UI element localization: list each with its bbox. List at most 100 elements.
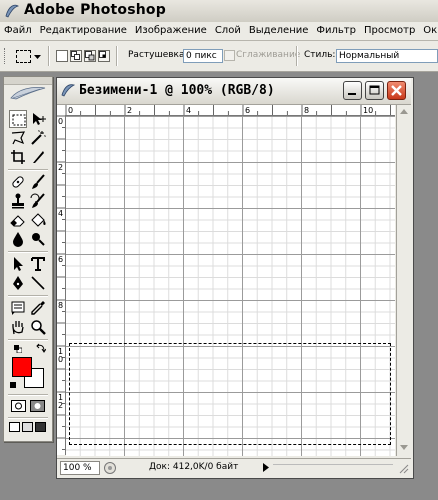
- foreground-color-swatch[interactable]: [12, 357, 32, 377]
- default-colors-icon[interactable]: [14, 345, 23, 354]
- blur-icon: [13, 232, 23, 247]
- path-selection-icon: [14, 257, 23, 271]
- svg-text:6: 6: [58, 255, 63, 264]
- intersect-selection-mode-button[interactable]: [98, 50, 110, 62]
- clone-stamp-icon: [12, 193, 24, 209]
- path-selection-tool[interactable]: [9, 255, 27, 273]
- line-tool[interactable]: [29, 274, 47, 292]
- vertical-scrollbar[interactable]: [396, 105, 412, 456]
- feather-input[interactable]: 0 пикс: [183, 49, 223, 63]
- resize-grip-icon[interactable]: [397, 462, 409, 477]
- dodge-tool[interactable]: [29, 230, 47, 248]
- quick-mask-mode-button[interactable]: [30, 400, 45, 412]
- antialias-checkbox[interactable]: [224, 50, 235, 61]
- tools-separator: [8, 169, 48, 171]
- menu-window[interactable]: Окне: [419, 22, 438, 40]
- ruler-top-label: 0: [68, 106, 73, 115]
- ruler-vertical: 0 2 4 6 8 10 12: [57, 115, 66, 455]
- healing-brush-icon: [12, 176, 24, 188]
- blur-tool[interactable]: [9, 230, 27, 248]
- ruler-top-label: 2: [127, 106, 132, 115]
- zoom-level-field[interactable]: 100 %: [60, 461, 100, 475]
- slice-tool[interactable]: [29, 148, 47, 166]
- ruler-left-label: 0: [58, 117, 63, 126]
- pen-tool[interactable]: [9, 274, 27, 292]
- tiny-default-colors-icon: [10, 380, 16, 391]
- style-label: Стиль:: [304, 50, 336, 60]
- add-selection-mode-button[interactable]: [70, 50, 82, 62]
- ruler-top-label: 6: [245, 106, 250, 115]
- marquee-icon: [12, 114, 26, 126]
- tools-palette-header[interactable]: [4, 77, 52, 85]
- feather-label: Растушевка:: [128, 50, 188, 60]
- options-bar: Растушевка: 0 пикс Сглаживание Стиль: Но…: [0, 41, 438, 72]
- close-icon: [391, 85, 402, 96]
- paint-bucket-tool[interactable]: [29, 211, 47, 229]
- tools-separator: [8, 339, 48, 341]
- svg-text:2: 2: [58, 401, 63, 410]
- menu-filter[interactable]: Фильтр: [312, 22, 360, 40]
- crop-tool[interactable]: [9, 148, 27, 166]
- menu-layer[interactable]: Слой: [211, 22, 245, 40]
- hand-tool[interactable]: [9, 318, 27, 336]
- feather-logo-icon[interactable]: [10, 86, 46, 103]
- maximize-button[interactable]: [365, 81, 384, 100]
- healing-brush-tool[interactable]: [9, 173, 27, 191]
- marquee-tool[interactable]: [9, 110, 27, 128]
- full-screen-menu-mode-button[interactable]: [22, 422, 33, 432]
- photoshop-logo-icon: [4, 3, 20, 19]
- move-tool[interactable]: [29, 110, 47, 128]
- menu-edit[interactable]: Редактирование: [36, 22, 131, 40]
- new-selection-mode-button[interactable]: [56, 50, 68, 62]
- app-title: Adobe Photoshop: [24, 2, 166, 18]
- type-icon: [31, 257, 45, 271]
- style-select[interactable]: Нормальный: [336, 49, 438, 63]
- eyedropper-tool[interactable]: [29, 299, 47, 317]
- menu-view[interactable]: Просмотр: [360, 22, 419, 40]
- document-statusbar: 100 % Док: 412,0K/0 байт: [57, 458, 411, 477]
- status-info-icon[interactable]: [103, 461, 117, 478]
- ruler-top-label: 10: [363, 106, 373, 115]
- options-separator: [48, 46, 50, 66]
- scroll-up-arrow-icon[interactable]: [398, 106, 410, 118]
- brush-icon: [32, 174, 45, 189]
- swap-colors-icon[interactable]: [36, 343, 47, 356]
- eraser-tool[interactable]: [9, 211, 27, 229]
- status-menu-arrow-icon[interactable]: [263, 463, 269, 475]
- standard-screen-mode-button[interactable]: [9, 422, 20, 432]
- horizontal-scrollbar[interactable]: [273, 464, 393, 473]
- document-title: Безимени-1 @ 100% (RGB/8): [79, 83, 275, 98]
- options-separator: [116, 46, 118, 66]
- menu-select[interactable]: Выделение: [245, 22, 313, 40]
- type-tool[interactable]: [29, 255, 47, 273]
- menu-image[interactable]: Изображение: [131, 22, 211, 40]
- zoom-tool[interactable]: [29, 318, 47, 336]
- clone-stamp-tool[interactable]: [9, 192, 27, 210]
- tools-separator: [8, 295, 48, 297]
- ruler-left-label: 6: [58, 255, 63, 264]
- full-screen-mode-button[interactable]: [35, 422, 46, 432]
- lasso-tool[interactable]: [9, 129, 27, 147]
- scroll-down-arrow-icon[interactable]: [398, 441, 410, 453]
- subtract-selection-mode-button[interactable]: [84, 50, 96, 62]
- notes-tool[interactable]: [9, 299, 27, 317]
- ruler-left-label: 2: [58, 163, 63, 172]
- menu-file[interactable]: Файл: [0, 22, 36, 40]
- crop-icon: [11, 150, 25, 164]
- history-brush-tool[interactable]: [29, 192, 47, 210]
- preset-dropdown-arrow-icon[interactable]: [34, 52, 41, 63]
- magic-wand-icon: [31, 130, 46, 145]
- svg-text:0: 0: [58, 117, 63, 126]
- menu-bar: Файл Редактирование Изображение Слой Выд…: [0, 22, 438, 41]
- brush-tool[interactable]: [29, 173, 47, 191]
- document-titlebar[interactable]: Безимени-1 @ 100% (RGB/8): [57, 78, 411, 105]
- ruler-top-label: 4: [186, 106, 191, 115]
- line-icon: [31, 276, 45, 290]
- notes-icon: [11, 301, 25, 315]
- standard-mode-button[interactable]: [11, 400, 26, 412]
- close-button[interactable]: [387, 81, 406, 100]
- rect-marquee-preset-icon[interactable]: [16, 50, 31, 63]
- minimize-button[interactable]: [343, 81, 362, 100]
- eyedropper-icon: [31, 301, 45, 315]
- magic-wand-tool[interactable]: [29, 129, 47, 147]
